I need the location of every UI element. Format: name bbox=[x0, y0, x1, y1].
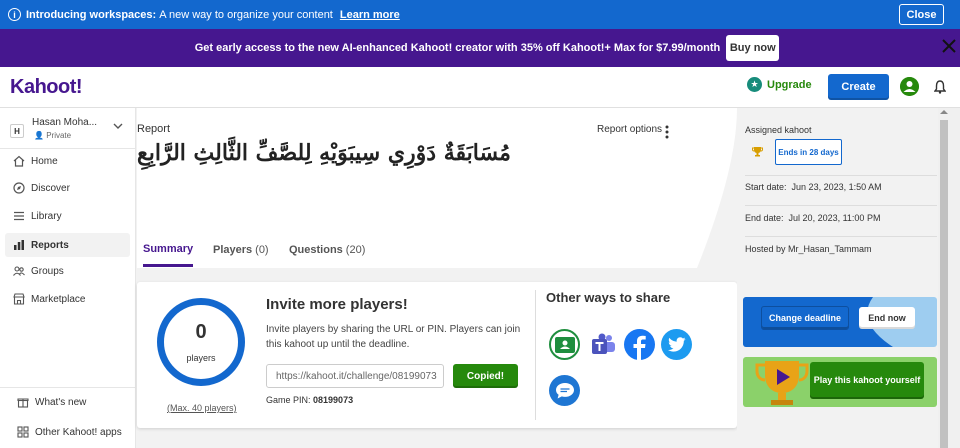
end-date: End date: Jul 20, 2023, 11:00 PM bbox=[745, 213, 881, 223]
sidebar-item-marketplace[interactable]: Marketplace bbox=[5, 287, 130, 311]
user-selector[interactable]: H Hasan Moha... 👤 Private bbox=[10, 117, 130, 143]
sidebar-item-home[interactable]: Home bbox=[5, 149, 130, 173]
scroll-up-icon[interactable] bbox=[939, 108, 949, 116]
teams-icon[interactable] bbox=[587, 329, 618, 360]
change-deadline-button[interactable]: Change deadline bbox=[761, 306, 849, 330]
invite-title: Invite more players! bbox=[266, 296, 408, 313]
report-title: مُسَابَقَةٌ دَوْرِي سِيبَوَيْهِ لِلصَّفِ… bbox=[137, 140, 511, 166]
play-yourself-button[interactable]: Play this kahoot yourself bbox=[810, 362, 924, 399]
buy-now-button[interactable]: Buy now bbox=[726, 35, 780, 61]
apps-icon bbox=[17, 426, 29, 438]
report-label: Report bbox=[137, 123, 171, 135]
twitter-icon[interactable] bbox=[661, 329, 692, 360]
home-icon bbox=[13, 155, 25, 167]
user-avatar-icon[interactable] bbox=[900, 77, 919, 96]
bell-icon[interactable] bbox=[934, 80, 946, 94]
tab-summary[interactable]: Summary bbox=[143, 233, 194, 267]
divider bbox=[745, 236, 937, 237]
upgrade-label: Upgrade bbox=[767, 78, 812, 91]
max-players-link[interactable]: (Max. 40 players) bbox=[167, 403, 237, 413]
hosted-by: Hosted by Mr_Hasan_Tammam bbox=[745, 244, 872, 254]
store-icon bbox=[13, 293, 25, 305]
invite-text: Invite players by sharing the URL or PIN… bbox=[266, 324, 521, 350]
divider bbox=[535, 290, 536, 420]
sidebar-item-other-apps[interactable]: Other Kahoot! apps bbox=[9, 420, 134, 444]
other-ways-title: Other ways to share bbox=[546, 290, 671, 305]
players-label: players bbox=[186, 353, 216, 363]
end-now-button[interactable]: End now bbox=[859, 307, 915, 329]
tab-players[interactable]: Players (0) bbox=[213, 233, 269, 267]
sidebar-item-reports[interactable]: Reports bbox=[5, 233, 130, 257]
play-card: Play this kahoot yourself bbox=[743, 357, 937, 407]
deadline-card: Change deadline End now bbox=[743, 297, 937, 347]
more-options-icon[interactable] bbox=[665, 125, 669, 139]
copy-link-button[interactable]: Copied! bbox=[453, 364, 518, 388]
banner-title: Introducing workspaces: bbox=[26, 8, 157, 21]
sidebar: H Hasan Moha... 👤 Private Home Discover … bbox=[0, 108, 136, 448]
trophy-play-icon bbox=[755, 361, 809, 405]
gift-icon bbox=[17, 398, 29, 408]
people-icon bbox=[13, 266, 25, 276]
sidebar-item-whats-new[interactable]: What's new bbox=[9, 390, 134, 414]
divider bbox=[745, 205, 937, 206]
scrollbar-thumb[interactable] bbox=[940, 120, 948, 448]
report-tabs: Summary Players (0) Questions (20) bbox=[137, 233, 737, 269]
bar-chart-icon bbox=[14, 240, 24, 250]
sidebar-item-discover[interactable]: Discover bbox=[5, 176, 130, 200]
app-header: Kahoot! ★ Upgrade Create bbox=[0, 67, 960, 108]
scrollbar[interactable] bbox=[938, 108, 960, 448]
info-icon: i bbox=[8, 8, 21, 21]
kahoot-logo[interactable]: Kahoot! bbox=[10, 76, 83, 99]
trophy-icon bbox=[752, 147, 763, 157]
invite-card: 0 players (Max. 40 players) Invite more … bbox=[137, 282, 737, 428]
game-pin: Game PIN: 08199073 bbox=[266, 395, 354, 405]
player-count: 0 bbox=[195, 321, 207, 343]
create-button[interactable]: Create bbox=[828, 74, 889, 100]
report-options-button[interactable]: Report options bbox=[597, 124, 662, 135]
tab-questions[interactable]: Questions (20) bbox=[289, 233, 365, 267]
list-icon bbox=[14, 211, 24, 221]
ends-in-badge: Ends in 28 days bbox=[775, 139, 842, 165]
close-banner-button[interactable]: Close bbox=[899, 4, 944, 25]
close-icon[interactable] bbox=[942, 39, 956, 53]
divider bbox=[745, 175, 937, 176]
divider bbox=[0, 387, 136, 388]
compass-icon bbox=[13, 182, 25, 194]
promo-text: Get early access to the new AI-enhanced … bbox=[194, 42, 721, 54]
user-initial: H bbox=[10, 124, 24, 138]
facebook-icon[interactable] bbox=[624, 329, 655, 360]
user-name: Hasan Moha... bbox=[32, 117, 98, 128]
upgrade-button[interactable]: ★ Upgrade bbox=[747, 77, 812, 92]
player-count-ring: 0 players bbox=[157, 298, 245, 386]
start-date: Start date: Jun 23, 2023, 1:50 AM bbox=[745, 182, 882, 192]
assignment-panel: Assigned kahoot Ends in 28 days Start da… bbox=[737, 108, 937, 448]
user-visibility: 👤 Private bbox=[34, 131, 72, 140]
learn-more-link[interactable]: Learn more bbox=[340, 9, 400, 21]
chevron-down-icon bbox=[113, 123, 123, 129]
workspaces-banner: i Introducing workspaces: A new way to o… bbox=[0, 0, 960, 29]
google-classroom-icon[interactable] bbox=[549, 329, 580, 360]
assigned-label: Assigned kahoot bbox=[745, 125, 812, 135]
sidebar-item-groups[interactable]: Groups bbox=[5, 259, 130, 283]
sidebar-item-library[interactable]: Library bbox=[5, 204, 130, 228]
challenge-url-input[interactable]: https://kahoot.it/challenge/08199073 bbox=[266, 364, 444, 388]
banner-text: A new way to organize your content bbox=[159, 8, 333, 21]
chat-icon[interactable] bbox=[549, 375, 580, 406]
star-icon: ★ bbox=[747, 77, 762, 92]
promo-bar: Get early access to the new AI-enhanced … bbox=[0, 29, 960, 67]
